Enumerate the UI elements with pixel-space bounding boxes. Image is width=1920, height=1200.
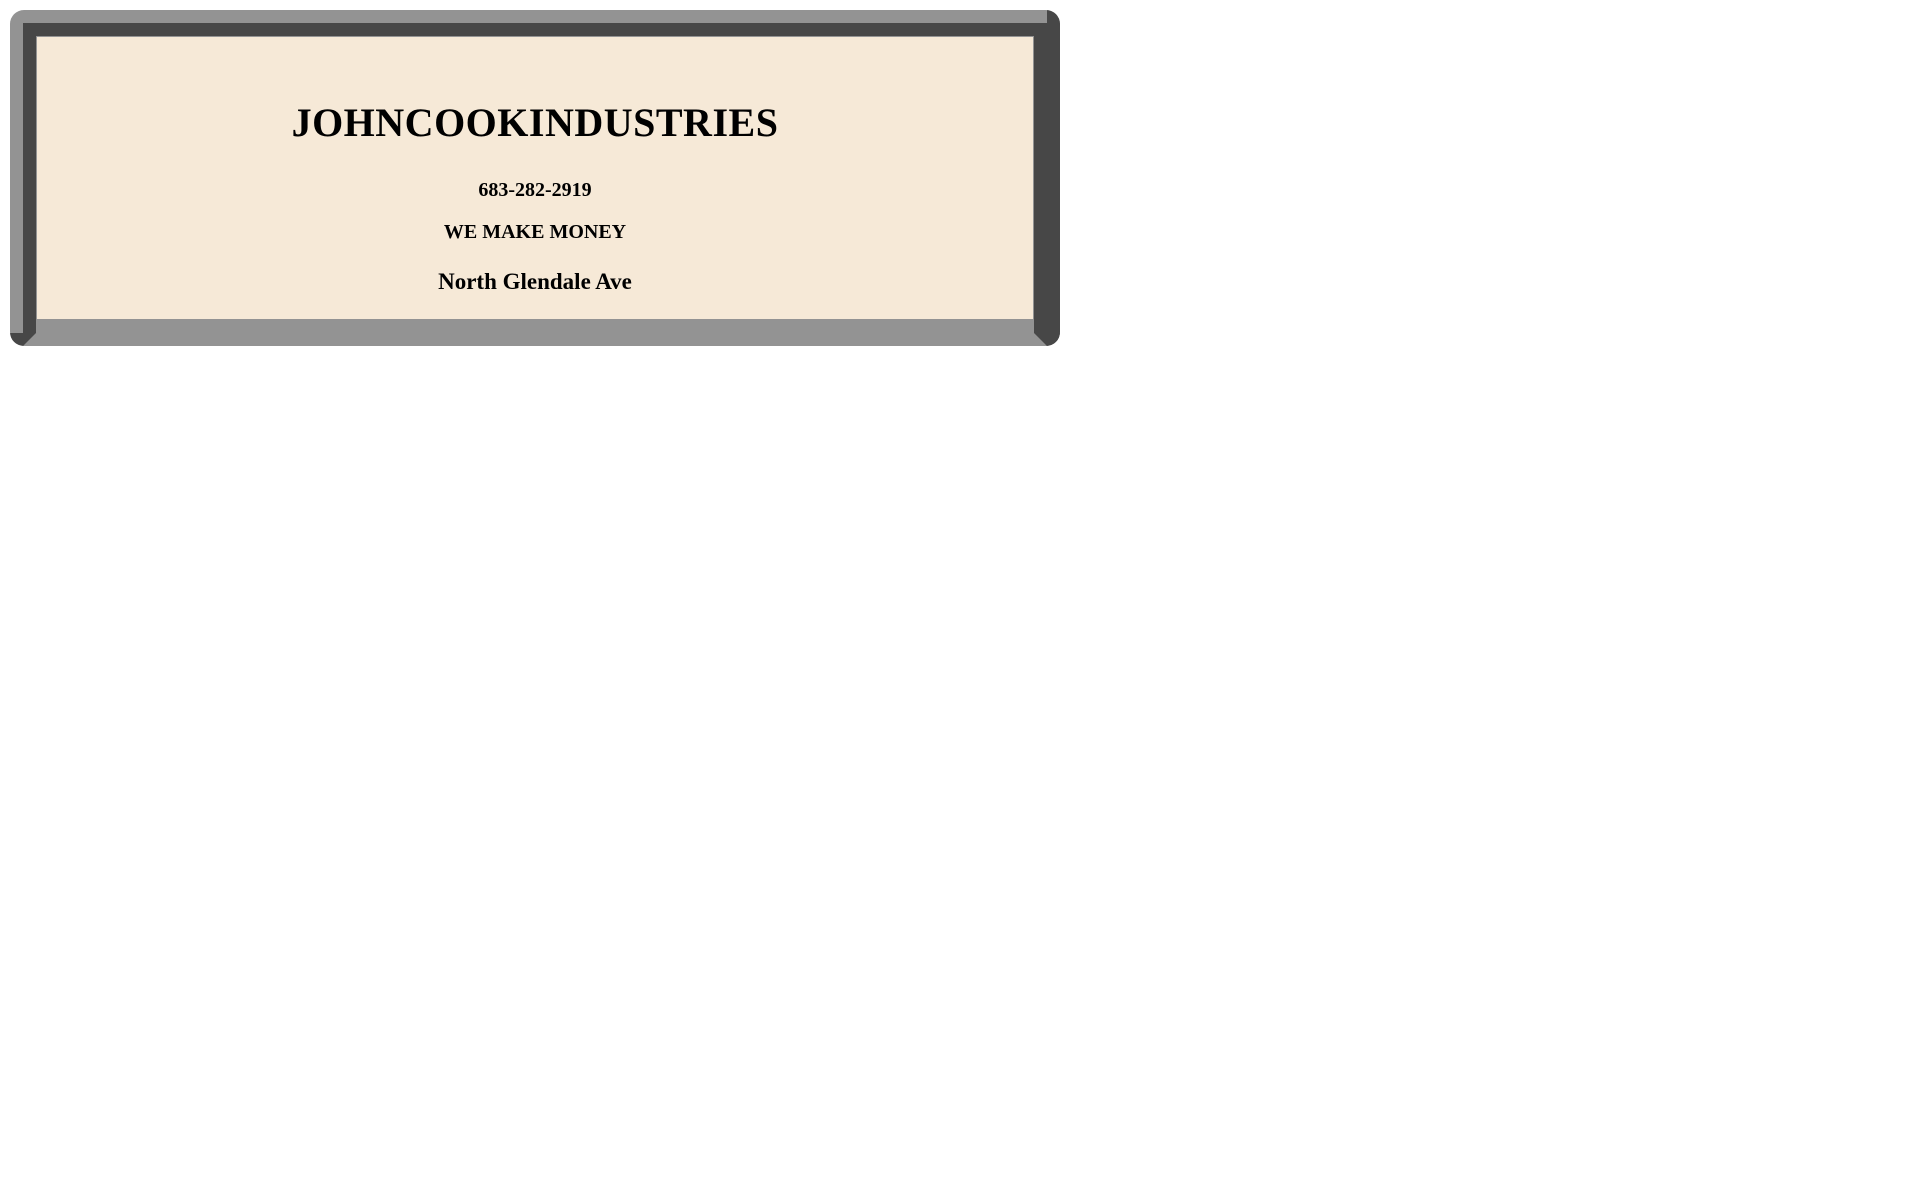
company-name: JOHNCOOKINDUSTRIES — [291, 100, 779, 145]
business-card-frame: JOHNCOOKINDUSTRIES 683-282-2919 WE MAKE … — [10, 10, 1060, 346]
frame-shadow-right — [1047, 10, 1060, 346]
street-address: North Glendale Ave — [438, 269, 632, 294]
business-card: JOHNCOOKINDUSTRIES 683-282-2919 WE MAKE … — [37, 37, 1033, 319]
tagline: WE MAKE MONEY — [443, 221, 627, 243]
phone-number: 683-282-2919 — [478, 179, 592, 201]
